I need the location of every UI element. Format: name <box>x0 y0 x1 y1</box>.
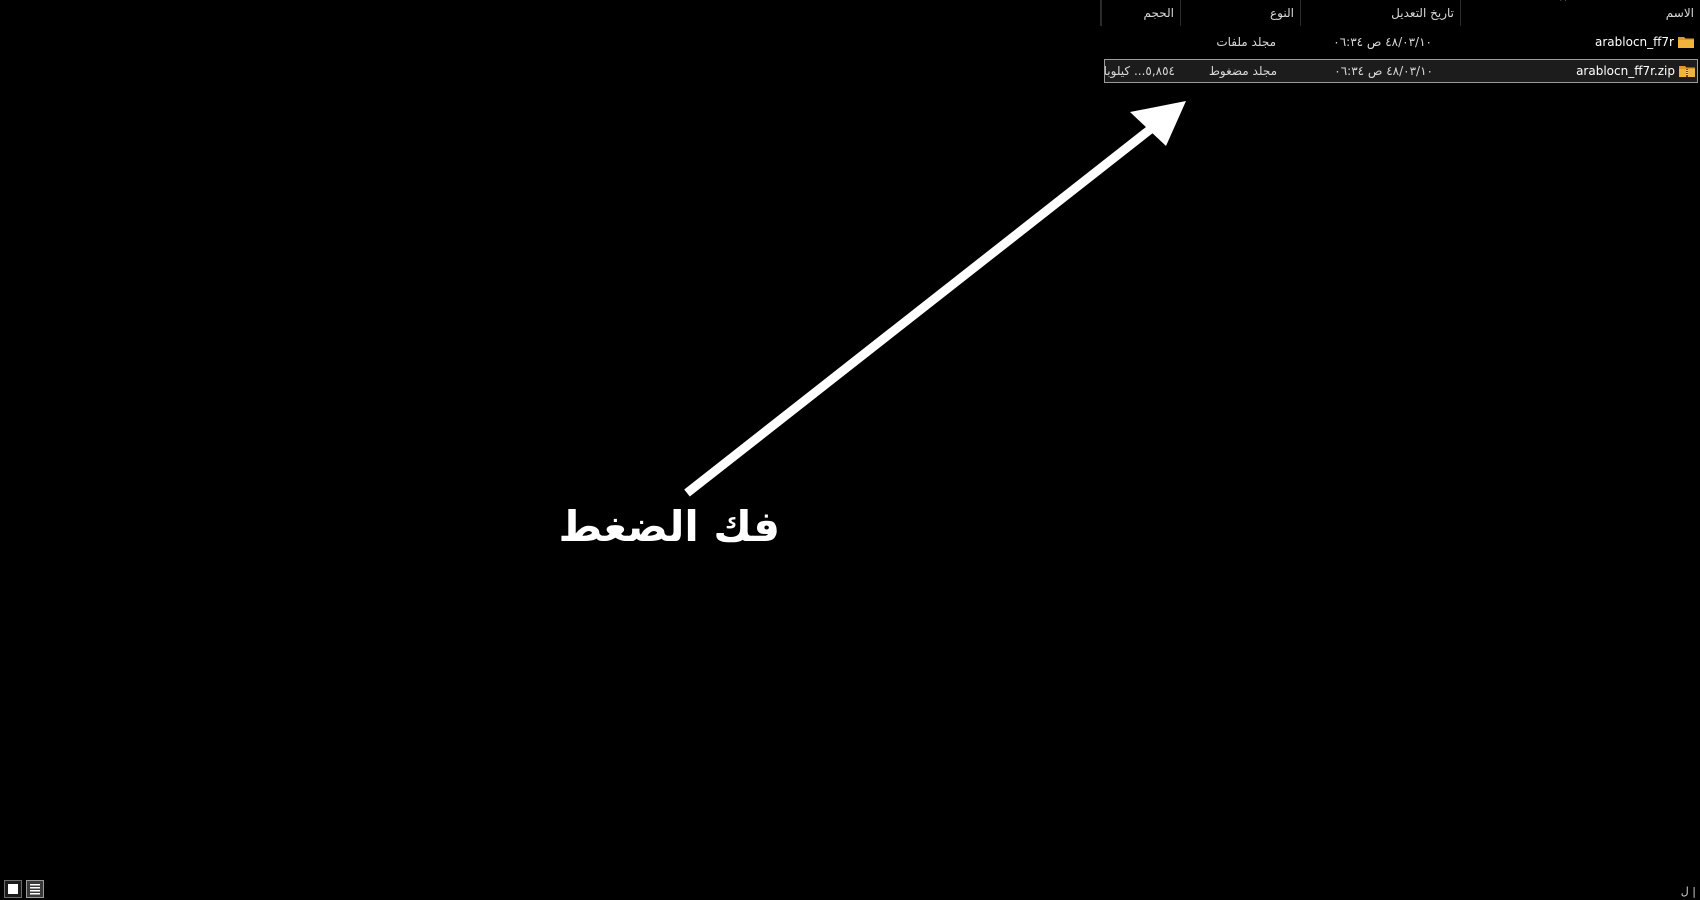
file-type: مجلد ملفات <box>1216 35 1276 49</box>
column-header-modified-label: تاريخ التعديل <box>1391 6 1454 20</box>
view-switcher <box>4 880 44 900</box>
file-name-cell: arablocn_ff7r.zip <box>1461 60 1697 82</box>
file-size: ٥,٨٥٤... كيلوبا <box>1105 64 1175 78</box>
column-header-modified[interactable]: تاريخ التعديل <box>1300 0 1460 26</box>
annotation-arrow <box>684 101 1186 497</box>
column-header-type[interactable]: النوع <box>1180 0 1300 26</box>
folder-icon <box>1678 37 1694 48</box>
details-view-button[interactable] <box>26 880 44 898</box>
large-icons-view-button[interactable] <box>4 880 22 898</box>
sort-ascending-icon: ^ <box>1559 0 1568 8</box>
column-header-name[interactable]: الاسم <box>1460 0 1700 26</box>
file-name-cell: arablocn_ff7r <box>1460 31 1696 53</box>
column-header-type-label: النوع <box>1270 6 1294 20</box>
details-list-icon <box>30 884 40 895</box>
file-name: arablocn_ff7r.zip <box>1576 64 1675 78</box>
large-icons-icon <box>8 884 18 894</box>
annotation-label: فك الضغط <box>558 502 780 551</box>
file-modified: ٤٨/٠٣/١٠ ص ٠٦:٣٤ <box>1333 35 1432 49</box>
file-size <box>1104 31 1174 53</box>
file-explorer-view: الاسم ^ تاريخ التعديل النوع الحجم arablo… <box>0 0 1700 900</box>
file-type: مجلد مضغوط <box>1208 64 1277 78</box>
file-row-zip[interactable]: arablocn_ff7r.zip ٤٨/٠٣/١٠ ص ٠٦:٣٤ مجلد … <box>1104 59 1698 83</box>
column-header-size[interactable]: الحجم <box>1101 0 1180 26</box>
column-header-size-label: الحجم <box>1143 6 1174 20</box>
status-text: ل | <box>1680 885 1696 898</box>
file-row-folder[interactable]: arablocn_ff7r ٤٨/٠٣/١٠ ص ٠٦:٣٤ مجلد ملفا… <box>1104 31 1698 55</box>
column-header-name-label: الاسم <box>1665 6 1694 20</box>
zip-folder-icon <box>1679 66 1695 77</box>
file-name: arablocn_ff7r <box>1595 35 1674 49</box>
file-modified: ٤٨/٠٣/١٠ ص ٠٦:٣٤ <box>1334 64 1433 78</box>
